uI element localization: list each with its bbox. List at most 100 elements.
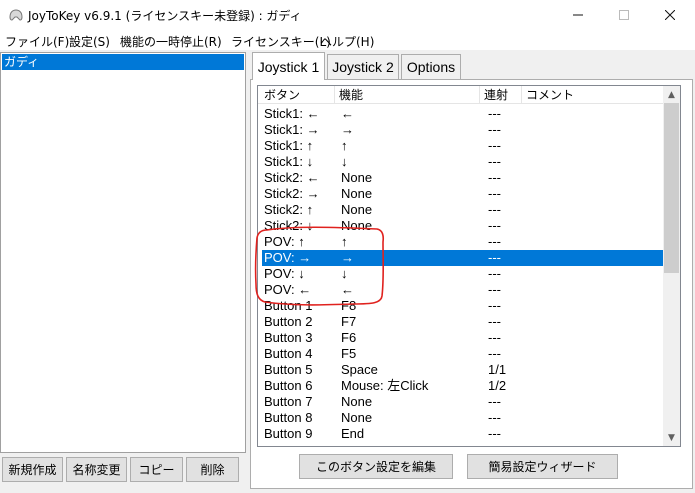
cell-function: ↑ xyxy=(341,138,348,153)
cell-button: Stick2: ← xyxy=(264,170,320,185)
menu-license[interactable]: ライセンスキー(L) xyxy=(231,33,331,50)
cell-button: Stick1: ↓ xyxy=(264,154,314,169)
maximize-button[interactable] xyxy=(601,0,647,30)
table-row[interactable]: Button 7 None --- xyxy=(262,394,664,410)
minimize-button[interactable] xyxy=(555,0,601,30)
column-header-comment[interactable]: コメント xyxy=(522,86,664,104)
cell-function: None xyxy=(341,410,373,425)
cell-rapid: 1/1 xyxy=(488,362,507,377)
cell-function: ← xyxy=(341,106,354,121)
copy-profile-button[interactable]: コピー xyxy=(130,457,183,482)
cell-function: None xyxy=(341,186,373,201)
column-header-rapid[interactable]: 連射 xyxy=(480,86,522,104)
cell-button: Stick1: → xyxy=(264,122,320,137)
cell-button: Button 5 xyxy=(264,362,313,377)
table-row[interactable]: Button 3 F6 --- xyxy=(262,330,664,346)
scroll-down-icon[interactable]: ▼ xyxy=(663,429,680,446)
maximize-icon xyxy=(619,10,629,20)
list-header: ボタン 機能 連射 コメント xyxy=(258,86,664,104)
setup-wizard-button[interactable]: 簡易設定ウィザード xyxy=(467,454,618,479)
table-row[interactable]: Button 2 F7 --- xyxy=(262,314,664,330)
table-row[interactable]: Stick1: ↑ ↑ --- xyxy=(262,138,664,154)
cell-button: Stick1: ← xyxy=(264,106,320,121)
menu-file[interactable]: ファイル(F) xyxy=(5,33,69,50)
cell-button: Stick2: → xyxy=(264,186,320,201)
edit-button-setting-button[interactable]: このボタン設定を編集 xyxy=(299,454,453,479)
cell-rapid: --- xyxy=(488,122,501,137)
cell-rapid: --- xyxy=(488,186,501,201)
table-row[interactable]: Stick1: ↓ ↓ --- xyxy=(262,154,664,170)
cell-rapid: --- xyxy=(488,234,501,249)
cell-rapid: --- xyxy=(488,314,501,329)
menu-bar: ファイル(F) 設定(S) 機能の一時停止(R) ライセンスキー(L) ヘルプ(… xyxy=(0,30,695,50)
cell-function: F7 xyxy=(341,314,357,329)
cell-rapid: --- xyxy=(488,250,501,265)
cell-function: None xyxy=(341,394,373,409)
cell-function: F5 xyxy=(341,346,357,361)
table-row[interactable]: Stick1: ← ← --- xyxy=(262,106,664,122)
cell-button: Button 4 xyxy=(264,346,313,361)
cell-rapid: --- xyxy=(488,330,501,345)
cell-rapid: --- xyxy=(488,346,501,361)
close-icon xyxy=(665,10,675,20)
profile-item-selected[interactable]: ガディ xyxy=(2,54,244,70)
cell-rapid: --- xyxy=(488,218,501,233)
table-row[interactable]: Button 9 End --- xyxy=(262,426,664,442)
table-row[interactable]: Stick2: ← None --- xyxy=(262,170,664,186)
table-row[interactable]: Button 4 F5 --- xyxy=(262,346,664,362)
rename-profile-button[interactable]: 名称変更 xyxy=(66,457,127,482)
cell-rapid: --- xyxy=(488,170,501,185)
table-row[interactable]: Stick1: → → --- xyxy=(262,122,664,138)
close-button[interactable] xyxy=(647,0,693,30)
app-icon xyxy=(9,9,23,21)
cell-rapid: --- xyxy=(488,282,501,297)
table-row[interactable]: Button 6 Mouse: 左Click 1/2 xyxy=(262,378,664,394)
menu-pause[interactable]: 機能の一時停止(R) xyxy=(120,33,222,50)
cell-button: Button 2 xyxy=(264,314,313,329)
cell-button: Button 3 xyxy=(264,330,313,345)
table-row[interactable]: Button 8 None --- xyxy=(262,410,664,426)
cell-function: None xyxy=(341,170,373,185)
cell-rapid: --- xyxy=(488,138,501,153)
tab-options[interactable]: Options xyxy=(401,54,461,79)
scroll-thumb[interactable] xyxy=(664,103,679,273)
cell-function: Mouse: 左Click xyxy=(341,378,429,393)
cell-rapid: --- xyxy=(488,426,501,441)
cell-button: Button 7 xyxy=(264,394,313,409)
cell-button: Button 9 xyxy=(264,426,313,441)
profile-list[interactable]: ガディ xyxy=(0,52,246,453)
cell-function: Space xyxy=(341,362,378,377)
delete-profile-button[interactable]: 削除 xyxy=(186,457,239,482)
cell-rapid: --- xyxy=(488,266,501,281)
cell-rapid: --- xyxy=(488,410,501,425)
table-row[interactable]: Stick2: → None --- xyxy=(262,186,664,202)
menu-settings[interactable]: 設定(S) xyxy=(69,33,110,50)
red-annotation-outline xyxy=(254,226,385,306)
tab-joystick-1[interactable]: Joystick 1 xyxy=(252,52,325,80)
cell-rapid: --- xyxy=(488,106,501,121)
menu-help[interactable]: ヘルプ(H) xyxy=(320,33,374,50)
cell-rapid: 1/2 xyxy=(488,378,507,393)
column-header-function[interactable]: 機能 xyxy=(335,86,480,104)
cell-rapid: --- xyxy=(488,298,501,313)
title-bar: JoyToKey v6.9.1 (ライセンスキー未登録) : ガディ xyxy=(0,0,695,30)
table-row[interactable]: Stick2: ↑ None --- xyxy=(262,202,664,218)
cell-rapid: --- xyxy=(488,394,501,409)
table-row[interactable]: Button 5 Space 1/1 xyxy=(262,362,664,378)
cell-function: → xyxy=(341,122,354,137)
cell-rapid: --- xyxy=(488,154,501,169)
window-title: JoyToKey v6.9.1 (ライセンスキー未登録) : ガディ xyxy=(28,9,302,23)
column-header-button[interactable]: ボタン xyxy=(260,86,335,104)
scroll-up-icon[interactable]: ▲ xyxy=(663,86,680,103)
cell-button: Button 8 xyxy=(264,410,313,425)
tab-joystick-2[interactable]: Joystick 2 xyxy=(327,54,399,79)
annotation-stroke xyxy=(254,226,385,306)
new-profile-button[interactable]: 新規作成 xyxy=(2,457,63,482)
cell-button: Button 6 xyxy=(264,378,313,393)
minimize-icon xyxy=(573,14,583,16)
cell-function: ↓ xyxy=(341,154,348,169)
list-scrollbar[interactable]: ▲ ▼ xyxy=(663,86,680,446)
cell-function: End xyxy=(341,426,365,441)
cell-function: F6 xyxy=(341,330,357,345)
cell-button: Stick2: ↑ xyxy=(264,202,314,217)
